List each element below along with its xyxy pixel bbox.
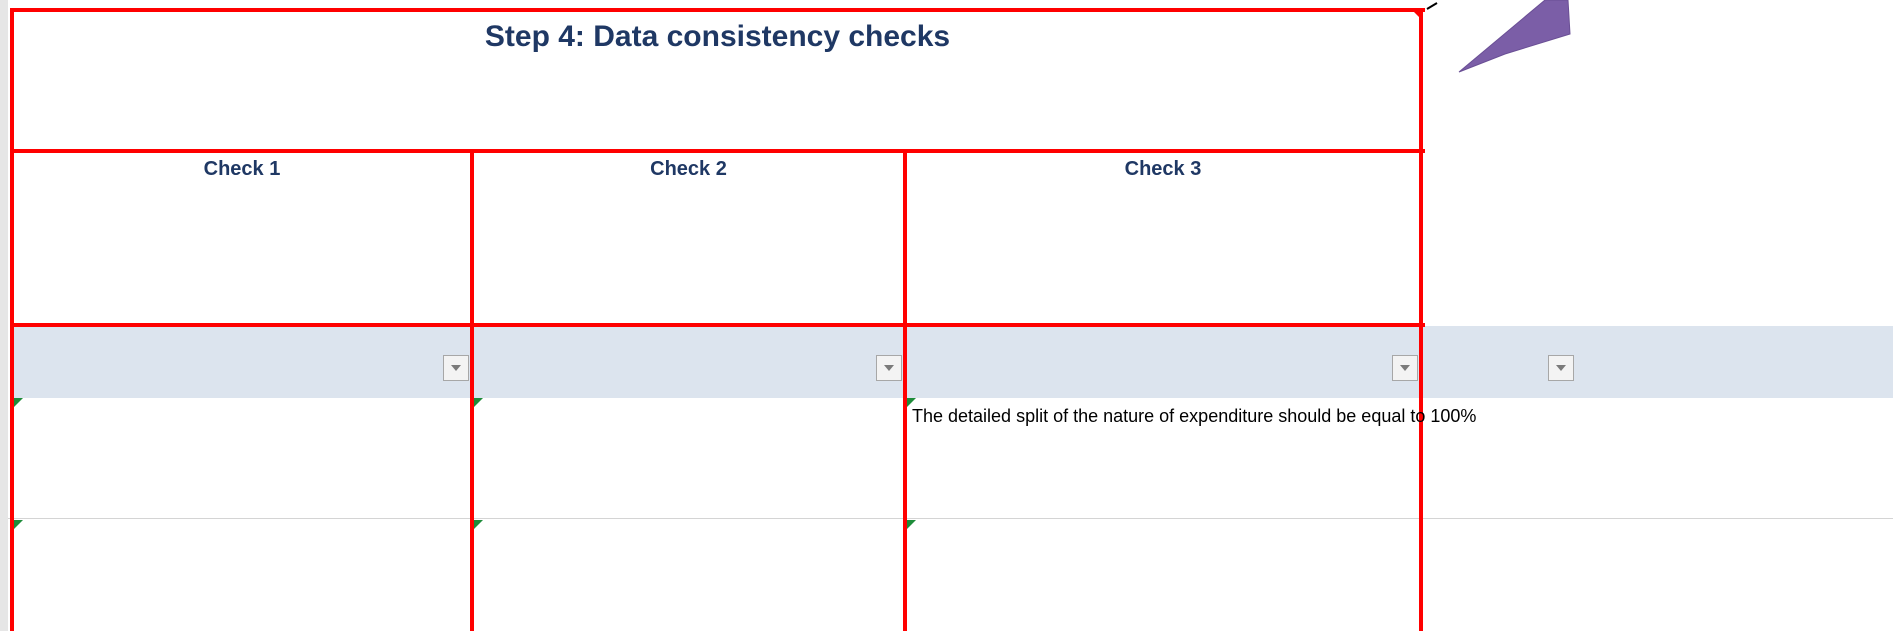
filter-dropdown-check-3[interactable] [1392,355,1418,381]
page-title: Step 4: Data consistency checks [484,20,951,53]
table-border-right [1419,8,1423,631]
table-border-top [10,8,1425,12]
table-border-row2 [10,323,1425,327]
comment-indicator-icon [474,520,483,529]
filter-dropdown-check-2[interactable] [876,355,902,381]
filter-dropdown-extra[interactable] [1548,355,1574,381]
table-border-left [10,8,14,631]
comment-indicator-icon [14,520,23,529]
table-border-col3 [903,149,907,631]
comment-indicator-icon [1412,10,1422,20]
comment-indicator-icon [14,398,23,407]
column-header-check-2: Check 2 [650,158,727,180]
dropdown-arrow-icon [451,365,461,371]
dropdown-arrow-icon [1400,365,1410,371]
dropdown-arrow-icon [1556,365,1566,371]
column-header-check-3: Check 3 [1124,158,1202,180]
comment-indicator-icon [907,520,916,529]
table-border-row1 [10,149,1425,153]
sheet-gridline [0,518,1893,519]
check-3-description: The detailed split of the nature of expe… [912,406,1477,426]
purple-callout-shape[interactable] [1425,0,1893,90]
table-border-col2 [470,149,474,631]
sheet-left-edge [0,0,8,631]
column-header-check-1: Check 1 [203,158,281,180]
filter-dropdown-check-1[interactable] [443,355,469,381]
filter-row [10,326,1893,398]
comment-indicator-icon [474,398,483,407]
dropdown-arrow-icon [884,365,894,371]
